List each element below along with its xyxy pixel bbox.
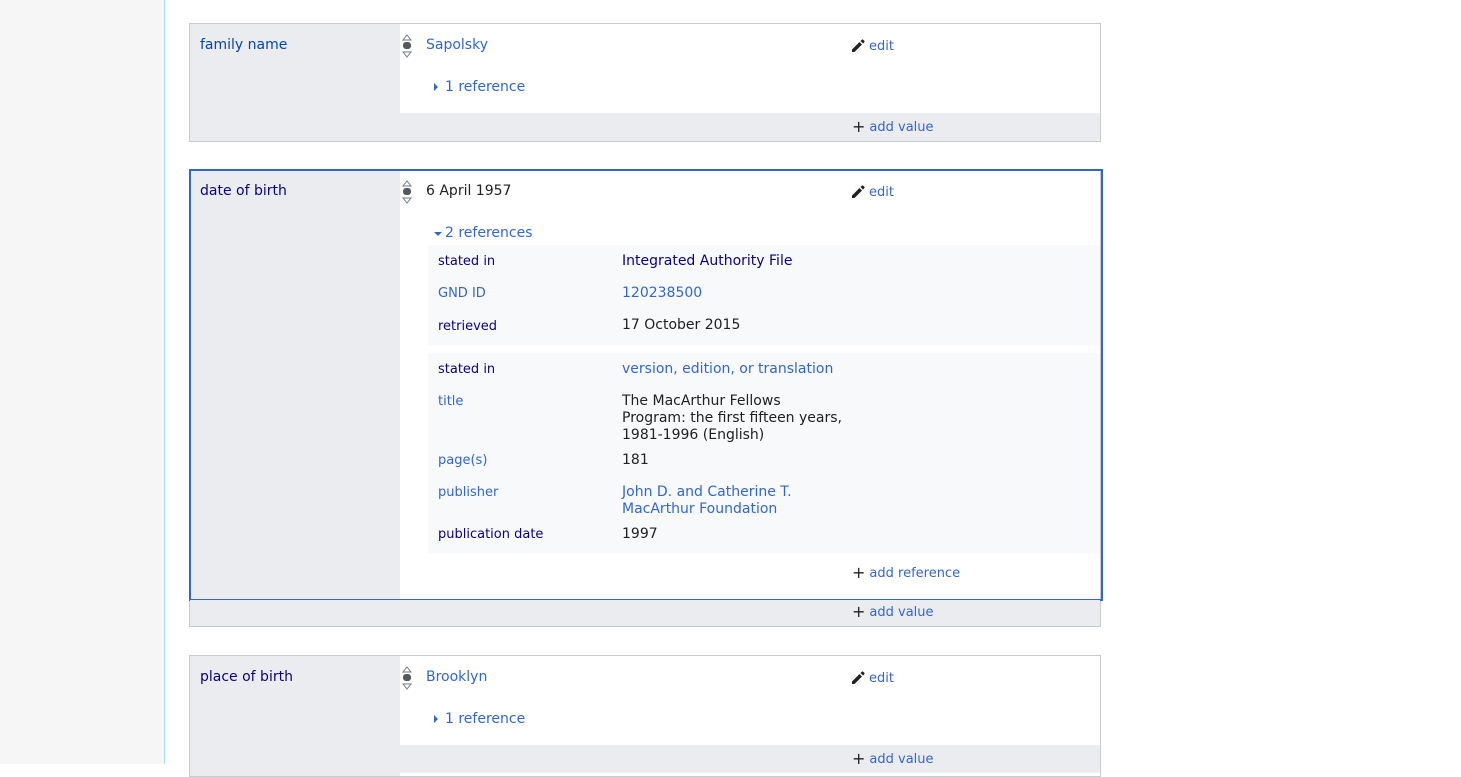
- edit-label: edit: [869, 38, 894, 54]
- title-line: 1981-1996 (English): [622, 427, 765, 443]
- references-toggle[interactable]: 2 references: [445, 225, 533, 241]
- rank-selector-icon[interactable]: [401, 666, 413, 690]
- snak-value-gnd-id[interactable]: 120238500: [622, 285, 702, 302]
- add-value-label: add value: [869, 751, 934, 767]
- add-value-label: add value: [869, 119, 934, 135]
- reference-2: stated in version, edition, or translati…: [428, 353, 1100, 553]
- references-toggle[interactable]: 1 reference: [445, 79, 525, 95]
- rank-selector-icon[interactable]: [401, 180, 413, 204]
- pencil-icon: [852, 185, 865, 198]
- edit-button[interactable]: edit: [850, 670, 894, 686]
- property-column: family name: [190, 24, 400, 141]
- add-value-bar: + add value: [400, 745, 1100, 773]
- title-line: The MacArthur Fellows: [622, 393, 781, 409]
- triangle-right-icon[interactable]: [434, 83, 438, 91]
- snak-property-retrieved[interactable]: retrieved: [438, 319, 497, 334]
- add-value-bar: + add value: [190, 600, 1100, 626]
- add-reference-button[interactable]: + add reference: [852, 565, 960, 581]
- property-label-place-of-birth[interactable]: place of birth: [200, 669, 293, 685]
- statement-value-sapolsky[interactable]: Sapolsky: [426, 37, 488, 53]
- property-column: place of birth: [190, 656, 400, 776]
- statement-value-date: 6 April 1957: [426, 183, 512, 199]
- edit-label: edit: [869, 184, 894, 200]
- add-value-bar: + add value: [400, 113, 1100, 141]
- edit-label: edit: [869, 670, 894, 686]
- references-toggle[interactable]: 1 reference: [445, 711, 525, 727]
- snak-value-pages: 181: [622, 452, 649, 468]
- left-sidebar-gutter: [0, 0, 165, 764]
- snak-value-title: The MacArthur Fellows Program: the first…: [622, 393, 842, 444]
- publisher-line: John D. and Catherine T.: [622, 484, 792, 500]
- publisher-line: MacArthur Foundation: [622, 501, 778, 517]
- pencil-icon: [852, 671, 865, 684]
- snak-value-version-edition[interactable]: version, edition, or translation: [622, 361, 833, 378]
- snak-value-publisher[interactable]: John D. and Catherine T. MacArthur Found…: [622, 484, 792, 518]
- snak-property-publication-date[interactable]: publication date: [438, 527, 543, 542]
- snak-property-stated-in[interactable]: stated in: [438, 362, 495, 377]
- property-label-family-name[interactable]: family name: [200, 37, 287, 53]
- snak-property-publisher[interactable]: publisher: [438, 485, 498, 500]
- title-line: Program: the first fifteen years,: [622, 410, 842, 426]
- plus-icon: +: [852, 602, 866, 621]
- add-value-label: add value: [869, 604, 934, 620]
- add-value-button[interactable]: + add value: [852, 751, 934, 767]
- property-column: date of birth: [190, 170, 400, 626]
- plus-icon: +: [852, 563, 866, 582]
- snak-property-stated-in[interactable]: stated in: [438, 254, 495, 269]
- add-value-button[interactable]: + add value: [852, 119, 934, 135]
- property-label-date-of-birth[interactable]: date of birth: [200, 183, 287, 199]
- statement-value-brooklyn[interactable]: Brooklyn: [426, 669, 487, 685]
- edit-button[interactable]: edit: [850, 184, 894, 200]
- edit-button[interactable]: edit: [850, 38, 894, 54]
- snak-property-gnd-id[interactable]: GND ID: [438, 286, 486, 301]
- add-reference-label: add reference: [869, 565, 961, 581]
- reference-1: stated in Integrated Authority File GND …: [428, 245, 1100, 345]
- snak-property-pages[interactable]: page(s): [438, 453, 487, 468]
- triangle-right-icon[interactable]: [434, 715, 438, 723]
- statement-group-family-name: family name Sapolsky edit 1 reference + …: [189, 23, 1101, 142]
- add-value-button[interactable]: + add value: [852, 604, 934, 620]
- plus-icon: +: [852, 749, 866, 768]
- snak-property-title[interactable]: title: [438, 394, 463, 409]
- snak-value-integrated-authority-file[interactable]: Integrated Authority File: [622, 253, 792, 270]
- snak-value-publication-date: 1997: [622, 526, 658, 542]
- rank-selector-icon[interactable]: [401, 34, 413, 58]
- statement-group-date-of-birth: date of birth 6 April 1957 edit 2 refere…: [189, 169, 1103, 627]
- statement-group-place-of-birth: place of birth Brooklyn edit 1 reference…: [189, 655, 1101, 777]
- snak-value-retrieved: 17 October 2015: [622, 317, 741, 333]
- pencil-icon: [852, 39, 865, 52]
- triangle-down-icon[interactable]: [434, 232, 442, 236]
- plus-icon: +: [852, 117, 866, 136]
